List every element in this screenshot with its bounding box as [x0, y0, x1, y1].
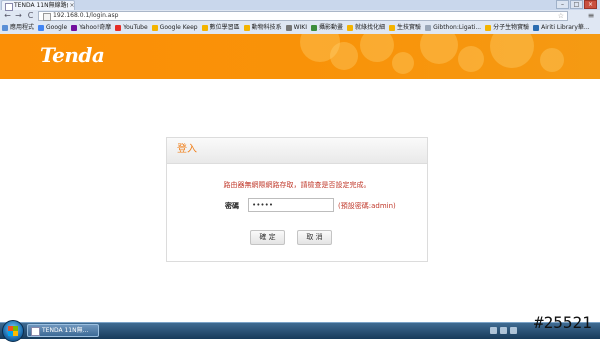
bookmark-label: 動物科技系	[251, 24, 282, 31]
router-header: Tenda	[0, 34, 600, 79]
browser-tab[interactable]: TENDA 11N無線路由... ×	[1, 0, 75, 11]
bookmark-item[interactable]: Airiti Library華...	[533, 22, 590, 33]
bookmark-favicon-icon	[533, 24, 540, 31]
bookmark-label: Google	[46, 24, 68, 31]
tenda-logo: Tenda	[40, 43, 105, 67]
browser-menu-icon[interactable]: ≡	[586, 11, 596, 21]
login-title: 登入	[177, 144, 197, 155]
maximize-button[interactable]: □	[570, 0, 583, 9]
bookmark-label: 就綠找化細	[355, 24, 386, 31]
bookmark-favicon-icon	[485, 24, 492, 31]
bookmark-favicon-icon	[38, 24, 45, 31]
taskbar-item-label: TENDA 11N無...	[42, 327, 89, 334]
minimize-button[interactable]: –	[556, 0, 569, 9]
bookmark-item[interactable]: 就綠找化細	[347, 22, 385, 33]
bookmark-item[interactable]: 動物科技系	[243, 22, 282, 33]
bookmark-favicon-icon	[201, 24, 208, 31]
bookmarks-bar: 應用程式 Google Yahoo!奇摩 YouTube Google Keep 數位學習…	[0, 22, 600, 33]
bookmark-favicon-icon	[425, 24, 432, 31]
bookmark-label: 數位學習區	[209, 24, 240, 31]
bookmark-item[interactable]: Google Keep	[151, 22, 198, 33]
bookmark-item[interactable]: Gibthon:Ligati...	[425, 22, 481, 33]
bookmark-item[interactable]: Google	[38, 22, 67, 33]
volume-icon[interactable]	[500, 327, 507, 334]
browser-icon	[31, 327, 40, 336]
bookmark-favicon-icon	[311, 24, 318, 31]
decorative-bubble	[420, 34, 458, 64]
password-field[interactable]: •••••	[248, 198, 334, 212]
login-panel: 登入 路由器無網際網路存取，請檢查是否設定完成。 密碼 ••••• (預設密碼:…	[166, 137, 428, 262]
bookmark-label: Yahoo!奇摩	[79, 24, 112, 31]
back-button[interactable]: ←	[3, 11, 12, 21]
bookmark-item[interactable]: YouTube	[115, 22, 148, 33]
taskbar-item-browser[interactable]: TENDA 11N無...	[27, 324, 99, 337]
decorative-bubble	[458, 46, 484, 72]
bookmark-label: YouTube	[123, 24, 148, 31]
network-icon[interactable]	[490, 327, 497, 334]
forward-button[interactable]: →	[14, 11, 23, 21]
bookmark-item[interactable]: 應用程式	[2, 22, 34, 33]
browser-chrome: TENDA 11N無線路由... × – □ × ← → C 192.168.0…	[0, 0, 600, 35]
bookmark-favicon-icon	[151, 24, 158, 31]
address-bar[interactable]: 192.168.0.1/login.asp ☆	[38, 11, 568, 21]
bookmark-favicon-icon	[115, 24, 122, 31]
page-info-icon[interactable]	[43, 13, 51, 21]
bookmark-item[interactable]: 攝影動畫	[311, 22, 343, 33]
bookmark-item[interactable]: 分子生物實驗	[485, 22, 529, 33]
tab-strip: TENDA 11N無線路由... × – □ ×	[0, 0, 600, 11]
bookmark-item[interactable]: Yahoo!奇摩	[71, 22, 111, 33]
bookmark-label: 生技實驗	[397, 24, 422, 31]
bookmark-item[interactable]: WIKI	[285, 22, 308, 33]
windows-logo-icon-lower	[8, 331, 18, 336]
bookmark-label: WIKI	[293, 24, 308, 31]
password-label: 密碼	[225, 202, 239, 210]
decorative-bubble	[540, 48, 564, 72]
bookmark-favicon-icon	[243, 24, 250, 31]
bookmark-label: Gibthon:Ligati...	[433, 24, 482, 31]
bookmark-item[interactable]: 生技實驗	[389, 22, 421, 33]
decorative-bubble	[392, 52, 414, 74]
decorative-bubble	[490, 34, 534, 68]
bookmark-label: 攝影動畫	[319, 24, 344, 31]
close-window-button[interactable]: ×	[584, 0, 597, 9]
start-button[interactable]	[2, 320, 24, 342]
system-tray	[490, 324, 517, 337]
bookmark-favicon-icon	[71, 24, 78, 31]
bookmark-favicon-icon	[2, 24, 8, 31]
reload-button[interactable]: C	[26, 11, 35, 21]
windows-taskbar: TENDA 11N無...	[0, 320, 600, 342]
ok-button[interactable]: 確 定	[250, 230, 285, 245]
decorative-bubble	[330, 42, 358, 70]
flag-icon[interactable]	[510, 327, 517, 334]
bookmark-label: 應用程式	[10, 24, 35, 31]
browser-toolbar: ← → C 192.168.0.1/login.asp ☆	[0, 10, 600, 22]
bookmark-label: Airiti Library華...	[541, 24, 590, 31]
bookmark-star-icon[interactable]: ☆	[558, 12, 564, 20]
password-hint: (預設密碼:admin)	[338, 202, 396, 210]
bookmark-label: Google Keep	[159, 24, 198, 31]
login-header: 登入	[167, 138, 427, 164]
bookmark-item[interactable]: 數位學習區	[201, 22, 240, 33]
cancel-button[interactable]: 取 消	[297, 230, 332, 245]
address-url[interactable]: 192.168.0.1/login.asp	[53, 12, 118, 20]
bookmark-favicon-icon	[347, 24, 354, 31]
watermark: #25521	[534, 313, 592, 332]
bookmark-favicon-icon	[285, 24, 292, 31]
connection-warning: 路由器無網際網路存取，請檢查是否設定完成。	[223, 181, 371, 189]
bookmark-label: 分子生物實驗	[493, 24, 530, 31]
decorative-bubble	[360, 34, 394, 62]
bookmark-favicon-icon	[389, 24, 396, 31]
window-controls: – □ ×	[556, 0, 597, 9]
